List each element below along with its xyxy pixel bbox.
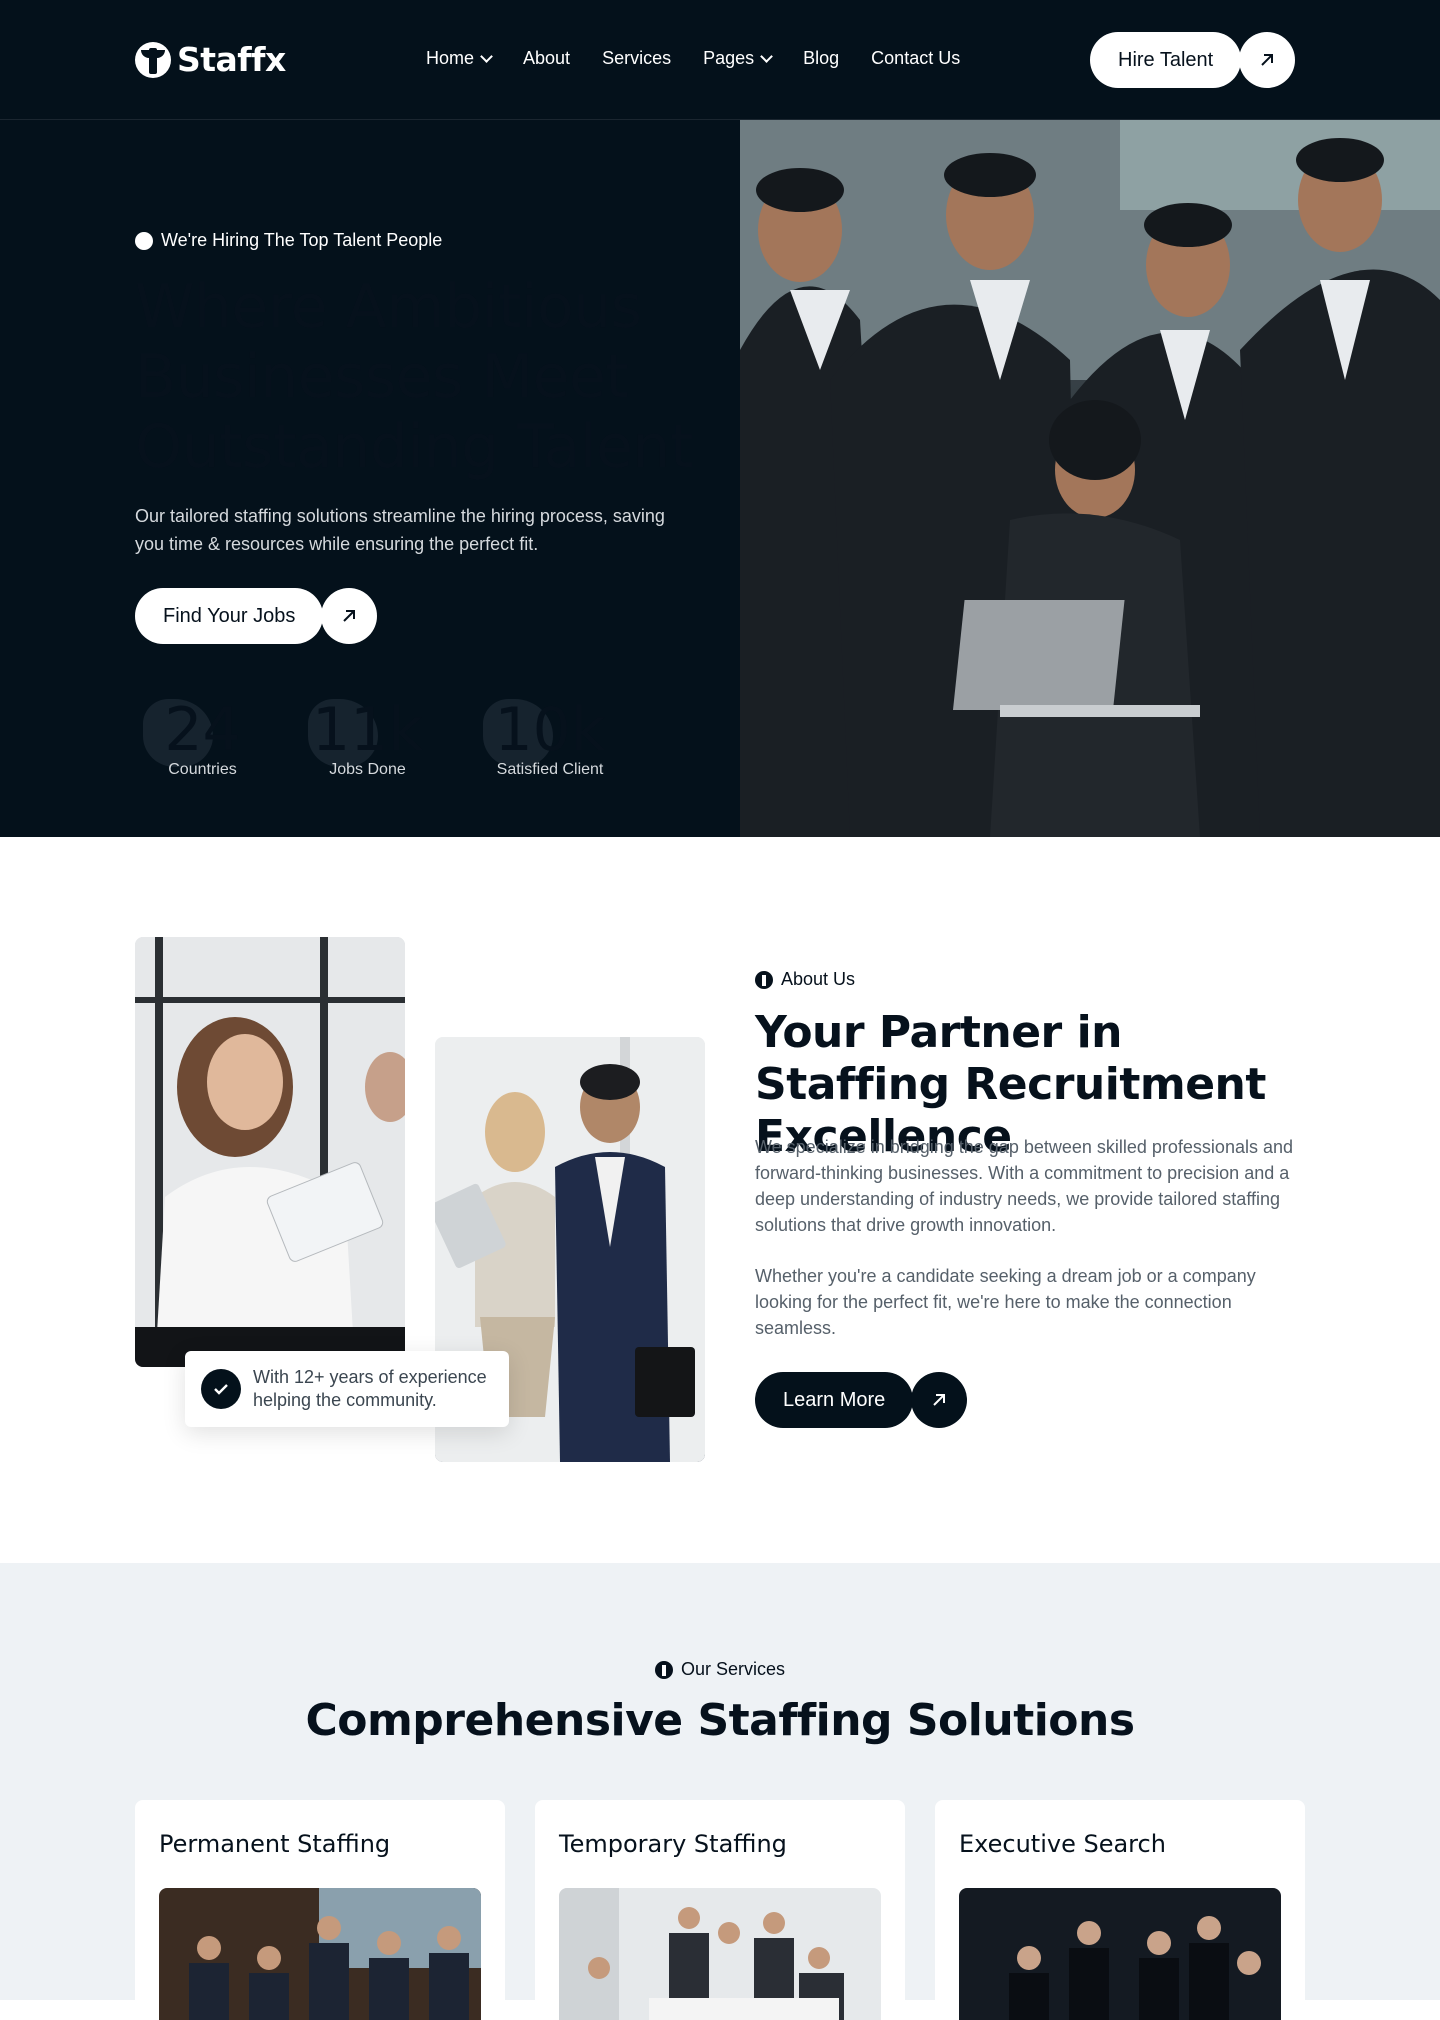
brand-mark-icon [755,970,773,989]
find-jobs-button[interactable]: Find Your Jobs [135,588,378,644]
chevron-down-icon [760,49,774,63]
photo-illustration [135,937,405,1367]
nav-label: Home [426,48,475,68]
hero-content: We're Hiring The Top Talent People Where… [0,120,740,837]
main-nav: Home About Services Pages Blog Contact U… [426,48,960,69]
stat-label: Countries [168,761,237,778]
stat-satisfied-client: 10k Satisfied Client [475,695,625,779]
nav-label: About [523,48,571,68]
nav-item-blog[interactable]: Blog [803,48,839,69]
hero-eyebrow-text: We're Hiring The Top Talent People [161,230,443,250]
nav-label: Contact Us [871,48,961,68]
service-card-title: Permanent Staffing [159,1830,391,1858]
about-photo-woman-tablet [135,937,405,1367]
check-icon [201,1369,241,1409]
nav-item-pages[interactable]: Pages [703,48,774,69]
stat-value: 11k [311,695,424,765]
nav-label: Blog [803,48,840,68]
experience-text: With 12+ years of experience helping the… [253,1367,487,1410]
photo-illustration [959,1888,1281,2020]
hero-eyebrow: We're Hiring The Top Talent People [135,230,442,251]
service-card-title: Temporary Staffing [559,1830,787,1858]
chevron-down-icon [480,49,493,63]
services-eyebrow-text: Our Services [680,1659,786,1679]
about-paragraph-1: We specialize in bridging the gap betwee… [755,1137,1293,1235]
services-section: Our Services Comprehensive Staffing Solu… [0,1563,1440,2020]
services-eyebrow: Our Services [0,1659,1440,1680]
about-section: With 12+ years of experience helping the… [0,837,1440,1563]
service-card-temporary[interactable]: Temporary Staffing [535,1800,905,2020]
service-card-image [959,1888,1281,2020]
hero-team-photo [740,120,1440,837]
stat-countries: 24 Countries [135,695,270,779]
brand-logo[interactable]: Staffx [135,40,286,79]
hero-section: We're Hiring The Top Talent People Where… [0,120,1440,837]
photo-illustration [159,1888,481,2020]
nav-item-services[interactable]: Services [602,48,671,69]
nav-label: Services [602,48,672,68]
nav-label: Pages [703,48,755,68]
services-title: Comprehensive Staffing Solutions [305,1695,1135,1746]
service-card-executive[interactable]: Executive Search [935,1800,1305,2020]
service-card-permanent[interactable]: Permanent Staffing [135,1800,505,2020]
service-card-image [159,1888,481,2020]
logo-icon [135,41,171,78]
hero-stats: 24 Countries 11k Jobs Done 10k Satisfied… [135,695,625,779]
nav-item-contact[interactable]: Contact Us [871,48,960,69]
brand-mark-icon [135,231,153,250]
hire-talent-button[interactable]: Hire Talent [1090,32,1296,88]
stat-label: Satisfied Client [496,761,604,778]
hero-title: Where Ambitious Businesses Meet Outstand… [135,272,693,482]
nav-item-about[interactable]: About [523,48,570,69]
arrow-up-right-icon [911,1372,968,1428]
service-card-title: Executive Search [959,1830,1166,1858]
brand-mark-icon [654,1660,673,1679]
stat-label: Jobs Done [329,761,406,778]
arrow-up-right-icon [321,588,378,644]
stat-value: 24 [164,695,241,765]
site-header: Staffx Home About Services Pages Blog Co… [0,0,1440,120]
hire-talent-label: Hire Talent [1090,32,1242,88]
arrow-up-right-icon [1239,32,1296,88]
stat-jobs-done: 11k Jobs Done [300,695,435,779]
nav-item-home[interactable]: Home [426,48,493,69]
experience-badge: With 12+ years of experience helping the… [185,1351,509,1427]
find-jobs-label: Find Your Jobs [135,588,324,644]
about-paragraph-2: Whether you're a candidate seeking a dre… [755,1266,1256,1338]
service-card-image [559,1888,881,2020]
about-eyebrow: About Us [755,969,855,990]
photo-illustration [559,1888,881,2020]
hero-description: Our tailored staffing solutions streamli… [135,506,665,554]
stat-value: 10k [494,695,606,765]
learn-more-button[interactable]: Learn More [755,1372,968,1428]
brand-name: Staffx [177,40,286,79]
learn-more-label: Learn More [755,1372,914,1428]
team-illustration [740,120,1440,837]
about-eyebrow-text: About Us [781,969,856,989]
